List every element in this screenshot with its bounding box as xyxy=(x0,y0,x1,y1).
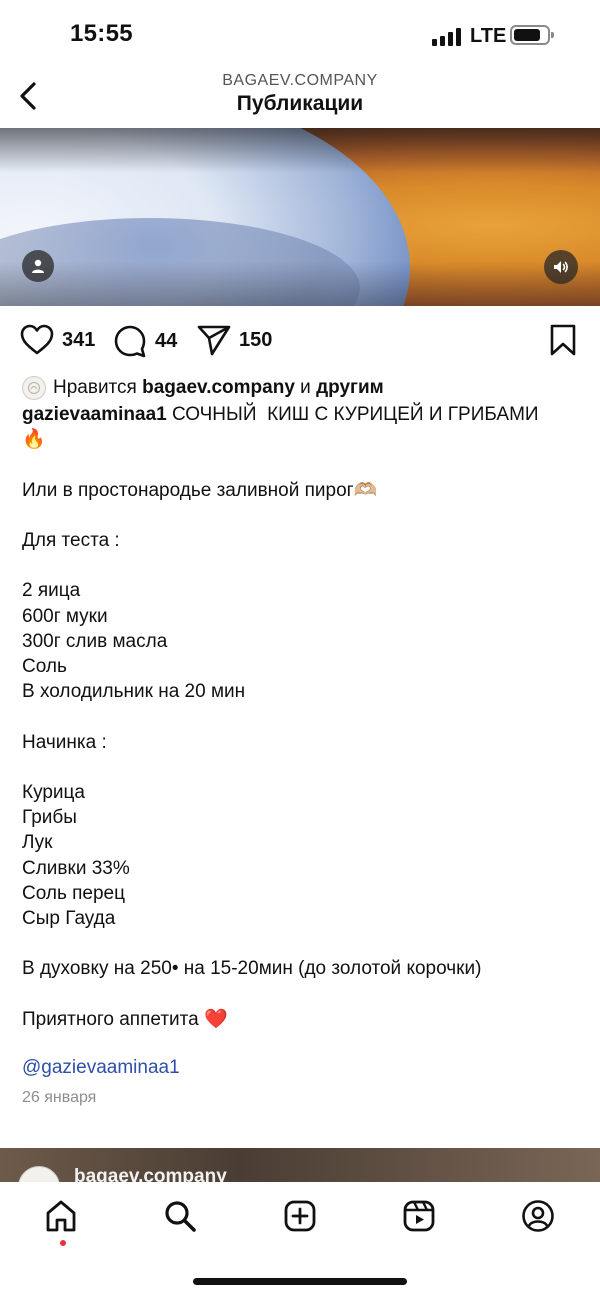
comment-action[interactable]: 44 xyxy=(113,324,177,358)
reels-icon xyxy=(403,1200,435,1232)
post-media[interactable] xyxy=(0,128,600,306)
comment-count: 44 xyxy=(155,329,178,352)
heart-icon xyxy=(20,324,54,355)
likes-prefix: Нравится xyxy=(53,377,143,398)
tagged-users-button[interactable] xyxy=(22,250,54,282)
add-post-icon xyxy=(284,1200,316,1232)
liker-avatar xyxy=(22,376,46,400)
share-count: 150 xyxy=(239,328,273,351)
likes-user-link[interactable]: bagaev.company xyxy=(142,377,295,399)
tab-create[interactable] xyxy=(282,1198,318,1234)
network-label: LTE xyxy=(470,25,507,47)
like-count: 341 xyxy=(62,328,96,351)
post-caption: gazievaaminaa1 СОЧНЫЙ КИШ С КУРИЦЕЙ И ГР… xyxy=(22,402,582,1032)
battery-icon xyxy=(510,25,554,45)
home-notification-dot xyxy=(60,1240,66,1246)
page-title: Публикации xyxy=(236,92,364,115)
tab-profile[interactable] xyxy=(520,1198,556,1234)
post-actions: 341 44 150 xyxy=(0,306,600,372)
post-date: 26 января xyxy=(22,1089,97,1106)
home-icon xyxy=(46,1200,76,1232)
send-icon xyxy=(197,325,231,356)
likes-summary[interactable]: Нравится bagaev.company и другим xyxy=(22,376,582,400)
caption-mention-link[interactable]: @gazievaaminaa1 xyxy=(22,1057,180,1079)
caption-text: СОЧНЫЙ КИШ С КУРИЦЕЙ И ГРИБАМИ 🔥 Или в п… xyxy=(22,404,539,1030)
page-header: BAGAEV.COMPANY Публикации xyxy=(0,70,600,128)
search-icon xyxy=(165,1201,196,1232)
profile-icon xyxy=(522,1200,554,1232)
home-indicator xyxy=(193,1278,407,1285)
like-action[interactable]: 341 xyxy=(20,324,95,356)
likes-others-link[interactable]: другим xyxy=(316,377,384,399)
tab-home[interactable] xyxy=(43,1198,79,1234)
share-action[interactable]: 150 xyxy=(197,324,272,356)
status-bar: 15:55 LTE xyxy=(0,0,600,70)
comment-icon xyxy=(114,325,146,358)
tab-reels[interactable] xyxy=(401,1198,437,1234)
next-post-header[interactable]: bagaev.company xyxy=(0,1148,600,1184)
status-time: 15:55 xyxy=(70,20,133,47)
caption-username[interactable]: gazievaaminaa1 xyxy=(22,404,167,425)
likes-middle: и xyxy=(294,377,317,398)
logo-icon xyxy=(28,382,40,394)
sound-toggle-button[interactable] xyxy=(544,250,578,284)
tab-search[interactable] xyxy=(162,1198,198,1234)
speaker-icon xyxy=(554,261,568,273)
signal-icon xyxy=(432,28,462,46)
header-account: BAGAEV.COMPANY xyxy=(222,72,378,89)
person-icon xyxy=(32,259,44,273)
bookmark-icon[interactable] xyxy=(548,324,578,356)
